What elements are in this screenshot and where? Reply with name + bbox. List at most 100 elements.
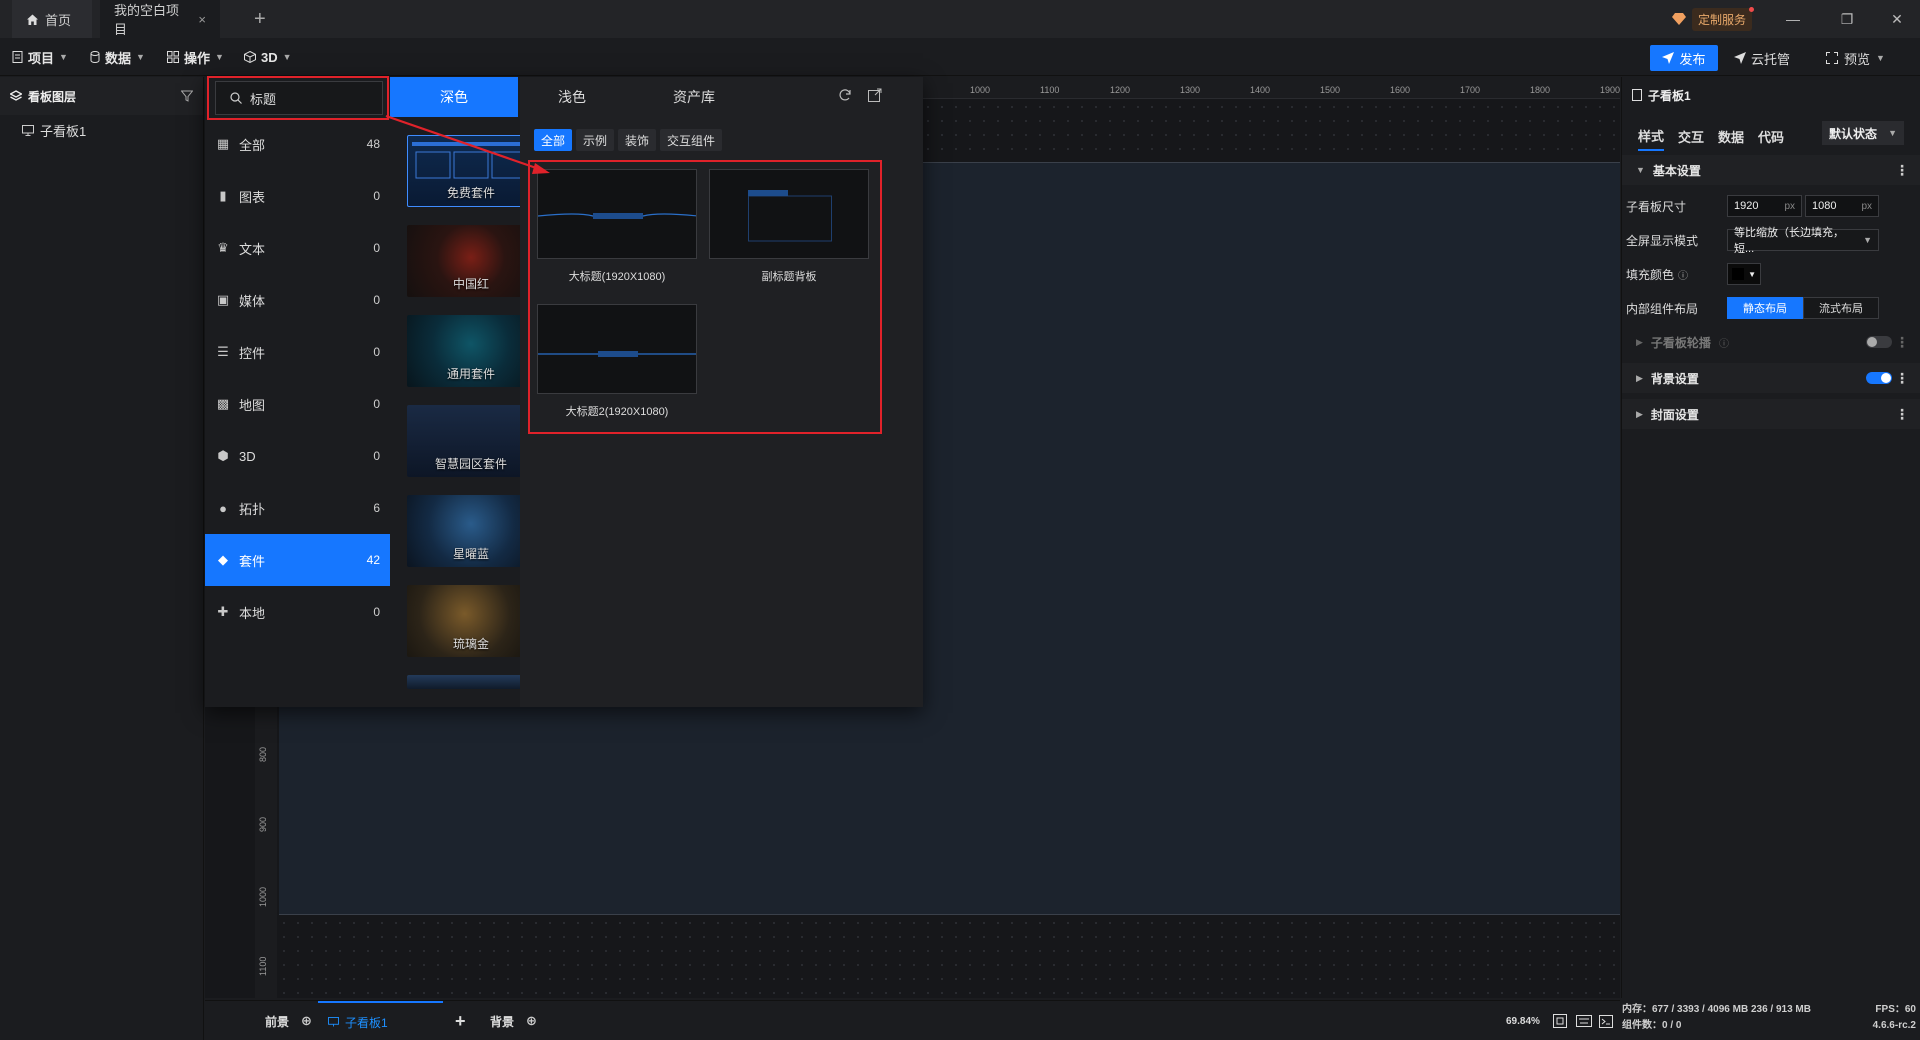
category-kit[interactable]: ◆ 套件 42: [205, 534, 390, 586]
menu-data[interactable]: 数据 ▼: [90, 38, 145, 76]
background-tab[interactable]: 背景 ⊕: [490, 1001, 537, 1040]
menu-3d[interactable]: 3D ▼: [244, 38, 292, 76]
filter-example[interactable]: 示例: [576, 129, 615, 151]
zoom-level[interactable]: 69.84%: [1506, 1001, 1540, 1040]
text-icon: ♛: [217, 240, 229, 255]
unit-label: px: [1784, 200, 1795, 212]
size-label: 子看板尺寸: [1626, 199, 1687, 214]
restore-icon[interactable]: ❐: [1820, 0, 1874, 38]
toolbar: 项目 ▼ 数据 ▼ 操作 ▼ 3D ▼: [0, 38, 1920, 76]
preview-label: 预览: [1844, 51, 1871, 67]
kit-star-blue[interactable]: 星曜蓝: [407, 495, 520, 567]
cloud-hosting-label: 云托管: [1751, 51, 1791, 67]
fill-color-picker[interactable]: ▼: [1727, 263, 1761, 285]
close-window-icon[interactable]: ✕: [1870, 0, 1920, 38]
more-icon[interactable]: ⋮: [1895, 370, 1909, 387]
section-basic[interactable]: ▼ 基本设置 ⋮: [1622, 155, 1920, 185]
add-board-button[interactable]: +: [455, 1001, 466, 1040]
background-toggle[interactable]: [1866, 372, 1892, 384]
add-circle-icon[interactable]: ⊕: [526, 1013, 537, 1029]
tab-data[interactable]: 数据: [1718, 121, 1744, 151]
fill-color-row: 填充颜色 ⓘ: [1626, 262, 1688, 286]
cube-icon: [244, 51, 256, 63]
more-icon[interactable]: ⋮: [1895, 162, 1909, 179]
more-icon[interactable]: ⋮: [1895, 406, 1909, 423]
chevron-down-icon[interactable]: ▼: [1876, 53, 1885, 63]
layout-flow-button[interactable]: 流式布局: [1803, 297, 1879, 319]
minimize-icon[interactable]: —: [1766, 0, 1820, 38]
fit-screen-icon[interactable]: [1553, 1001, 1567, 1040]
result-card[interactable]: 大标题(1920X1080): [537, 169, 697, 284]
ruler-tick: 1000: [258, 886, 268, 907]
kit-china-red[interactable]: 中国红: [407, 225, 520, 297]
tab-bar: 首页 我的空白项目 × + 定制服务 — ❐ ✕: [0, 0, 1920, 38]
tab-interaction[interactable]: 交互: [1678, 121, 1704, 151]
section-carousel[interactable]: ▶ 子看板轮播 ⓘ ⋮: [1622, 327, 1920, 357]
category-topology[interactable]: ● 拓扑 6: [205, 482, 390, 534]
filter-icon[interactable]: [181, 90, 193, 102]
section-background[interactable]: ▶ 背景设置 ⋮: [1622, 363, 1920, 393]
keyboard-icon[interactable]: [1576, 1001, 1592, 1040]
category-control[interactable]: ☰ 控件 0: [205, 326, 390, 378]
category-local[interactable]: ✚ 本地 0: [205, 586, 390, 638]
bar-chart-icon: ▮: [219, 188, 227, 203]
height-input[interactable]: 1080 px: [1805, 195, 1879, 217]
kit-more[interactable]: [407, 675, 520, 689]
tab-asset-library[interactable]: 资产库: [642, 77, 746, 117]
ruler-tick: 900: [258, 816, 268, 832]
category-count: 0: [373, 241, 380, 255]
tab-style[interactable]: 样式: [1638, 121, 1665, 151]
home-icon: [27, 14, 38, 25]
refresh-icon[interactable]: [838, 88, 856, 106]
add-tab-button[interactable]: +: [240, 0, 280, 38]
category-3d[interactable]: ⬢ 3D 0: [205, 430, 390, 482]
kit-glass-gold[interactable]: 琉璃金: [407, 585, 520, 657]
menu-project[interactable]: 项目 ▼: [12, 38, 68, 76]
result-card[interactable]: 副标题背板: [709, 169, 869, 284]
add-circle-icon[interactable]: ⊕: [301, 1013, 312, 1029]
board-tab[interactable]: 子看板1: [318, 1001, 443, 1040]
fullscreen-select[interactable]: 等比缩放（长边填充，短... ▼: [1727, 227, 1879, 255]
publish-button[interactable]: 发布: [1650, 45, 1718, 71]
width-input[interactable]: 1920 px: [1727, 195, 1802, 217]
kit-icon: ◆: [218, 552, 228, 567]
kit-general[interactable]: 通用套件: [407, 315, 520, 387]
category-all[interactable]: ▦ 全部 48: [205, 118, 390, 170]
external-link-icon[interactable]: [868, 88, 886, 106]
tab-project[interactable]: 我的空白项目 ×: [100, 0, 220, 38]
category-text[interactable]: ♛ 文本 0: [205, 222, 390, 274]
terminal-icon[interactable]: [1599, 1001, 1613, 1040]
category-label: 媒体: [239, 293, 266, 309]
board-tab-label: 子看板1: [345, 1015, 388, 1030]
chevron-down-icon: ▼: [282, 52, 292, 62]
property-title-label: 子看板1: [1648, 88, 1691, 103]
more-icon[interactable]: ⋮: [1895, 334, 1909, 351]
carousel-toggle[interactable]: [1866, 336, 1892, 348]
category-chart[interactable]: ▮ 图表 0: [205, 170, 390, 222]
section-cover[interactable]: ▶ 封面设置 ⋮: [1622, 399, 1920, 429]
help-icon[interactable]: ⓘ: [1678, 267, 1688, 282]
category-map[interactable]: ▩ 地图 0: [205, 378, 390, 430]
filter-interactive[interactable]: 交互组件: [660, 129, 723, 151]
tab-code[interactable]: 代码: [1758, 121, 1784, 151]
menu-operate[interactable]: 操作 ▼: [167, 38, 224, 76]
layer-item[interactable]: 子看板1: [0, 115, 203, 145]
layer-panel-header: 看板图层: [0, 77, 203, 115]
preview-button[interactable]: 预览 ▼: [1826, 45, 1885, 71]
puzzle-icon: ✚: [217, 604, 229, 619]
ruler-tick: 1000: [970, 85, 991, 95]
component-count: 组件数：0 / 0: [1622, 1020, 1682, 1031]
foreground-tab[interactable]: 前景 ⊕: [265, 1001, 312, 1040]
layout-static-button[interactable]: 静态布局: [1727, 297, 1803, 319]
kit-smart-park[interactable]: 智慧园区套件: [407, 405, 520, 477]
status-right: FPS：60 4.6.6-rc.2: [1860, 1002, 1916, 1034]
diamond-icon: [1672, 13, 1686, 25]
state-select[interactable]: 默认状态 ▼: [1822, 121, 1904, 145]
close-icon[interactable]: ×: [198, 12, 206, 27]
category-media[interactable]: ▣ 媒体 0: [205, 274, 390, 326]
filter-decoration[interactable]: 装饰: [618, 129, 657, 151]
result-card[interactable]: 大标题2(1920X1080): [537, 304, 697, 419]
tab-home[interactable]: 首页: [12, 0, 92, 38]
cloud-hosting-button[interactable]: 云托管: [1734, 45, 1790, 71]
custom-service-button[interactable]: 定制服务: [1672, 6, 1755, 31]
